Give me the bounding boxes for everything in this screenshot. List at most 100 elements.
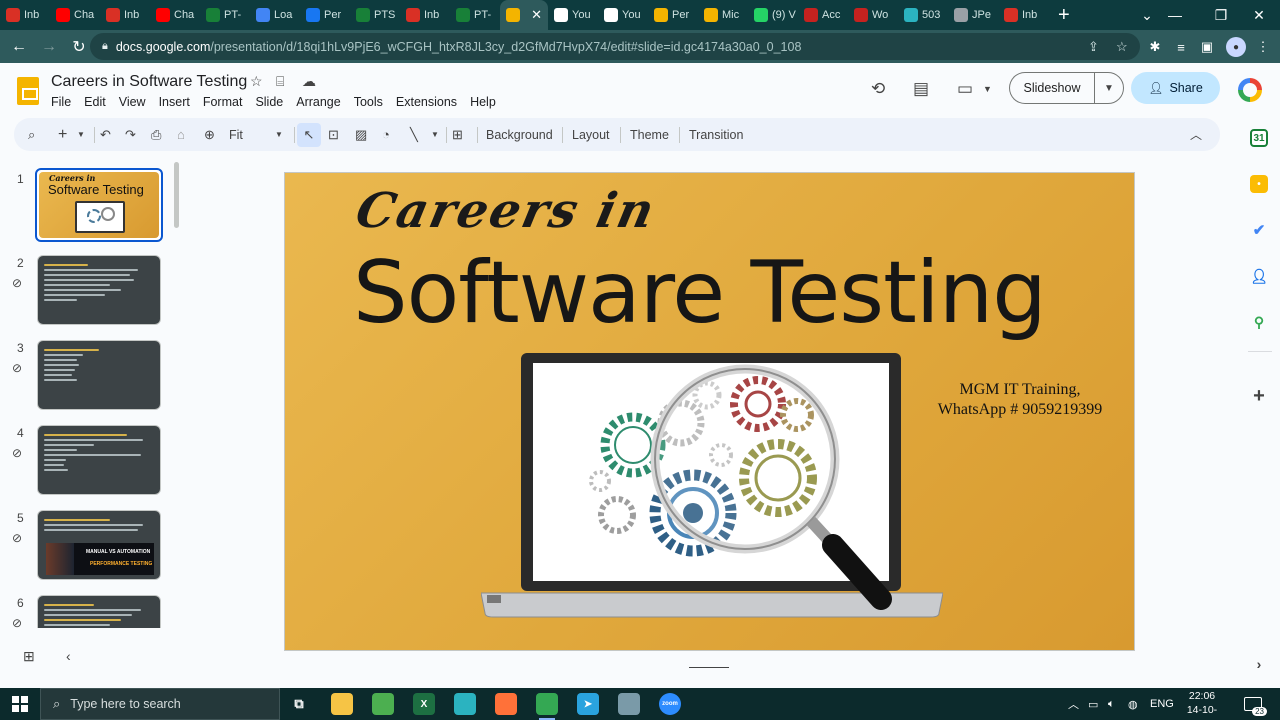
slideshow-dropdown-button[interactable]: ▼ (1094, 72, 1124, 104)
browser-tab[interactable]: (9) V (748, 0, 798, 30)
menu-tools[interactable]: Tools (354, 95, 383, 109)
menu-file[interactable]: File (51, 95, 71, 109)
edge-icon[interactable] (454, 693, 476, 715)
laptop-gears-illustration[interactable] (481, 349, 943, 619)
meet-dropdown-icon[interactable]: ▼ (983, 84, 992, 94)
back-button[interactable]: ← (6, 34, 32, 60)
comments-icon[interactable]: ▤ (913, 79, 929, 99)
menu-extensions[interactable]: Extensions (396, 95, 457, 109)
firefox-icon[interactable] (495, 693, 517, 715)
new-slide-dropdown-icon[interactable]: ▼ (77, 118, 85, 151)
contacts-icon[interactable]: 👤︎ (1250, 267, 1268, 285)
browser-tab[interactable]: Wo (848, 0, 898, 30)
add-comment-icon[interactable]: ⊞ (452, 118, 463, 151)
close-tab-icon[interactable]: ✕ (531, 7, 542, 23)
menu-help[interactable]: Help (470, 95, 496, 109)
menu-view[interactable]: View (119, 95, 146, 109)
current-slide[interactable]: Careers in Software Testing MGM IT Train… (284, 172, 1135, 651)
background-button[interactable]: Background (486, 118, 553, 151)
slide-brand-text[interactable]: MGM IT Training, WhatsApp # 9059219399 (925, 380, 1115, 420)
paint-format-icon[interactable]: ⌂ (177, 118, 185, 151)
slide-thumbnail-5[interactable]: MANUAL VS AUTOMATION PERFORMANCE TESTING (37, 510, 161, 580)
collapse-toolbar-chevron-icon[interactable]: ︿ (1190, 118, 1202, 151)
file-explorer-icon[interactable] (331, 693, 353, 715)
print-icon[interactable]: ⎙ (151, 118, 161, 151)
slide-heading[interactable]: Software Testing (353, 243, 1047, 343)
extensions-puzzle-icon[interactable]: ✱ (1146, 38, 1164, 56)
redo-icon[interactable]: ↷ (125, 118, 136, 151)
browser-tab[interactable]: Acc (798, 0, 848, 30)
zoom-dropdown-icon[interactable]: ▼ (275, 118, 283, 151)
get-addons-icon[interactable]: + (1250, 385, 1268, 407)
meet-camera-icon[interactable]: ▭ (957, 79, 973, 99)
menu-insert[interactable]: Insert (159, 95, 190, 109)
layout-button[interactable]: Layout (572, 118, 610, 151)
browser-tab[interactable]: You (598, 0, 648, 30)
select-cursor-icon[interactable]: ↖ (297, 123, 321, 147)
telegram-icon[interactable]: ➤ (577, 693, 599, 715)
slideshow-button[interactable]: Slideshow (1009, 72, 1094, 104)
photos-icon[interactable] (618, 693, 640, 715)
language-indicator[interactable]: ENG (1150, 688, 1174, 720)
star-icon[interactable]: ☆ (250, 73, 263, 90)
menu-slide[interactable]: Slide (255, 95, 283, 109)
browser-tab[interactable]: Per (300, 0, 350, 30)
speaker-notes-handle[interactable] (689, 667, 729, 668)
filmstrip-scrollbar[interactable] (174, 162, 179, 228)
browser-tab[interactable]: Cha (150, 0, 200, 30)
slide-thumbnail-4[interactable] (37, 425, 161, 495)
notification-center-icon[interactable]: 23 (1244, 688, 1267, 720)
slide-thumbnail-2[interactable] (37, 255, 161, 325)
zoom-select[interactable]: Fit (229, 118, 243, 151)
browser-tab[interactable]: Loa (250, 0, 300, 30)
slide-thumbnail-1[interactable]: Careers in Software Testing (35, 168, 163, 242)
volume-icon[interactable]: 🔈︎ (1108, 688, 1115, 720)
chrome-icon[interactable] (536, 693, 558, 720)
browser-tab[interactable]: Per (648, 0, 698, 30)
browser-tab[interactable]: Inb (0, 0, 50, 30)
slide-thumbnail-6[interactable] (37, 595, 161, 628)
menu-format[interactable]: Format (203, 95, 243, 109)
browser-tab[interactable]: PT- (200, 0, 250, 30)
shape-icon[interactable]: ◔ (382, 118, 390, 151)
share-page-icon[interactable]: ⇪ (1088, 33, 1099, 60)
forward-button[interactable]: → (36, 34, 62, 60)
zoom-icon[interactable]: zoom (659, 693, 681, 715)
text-box-icon[interactable]: ⊡ (328, 118, 339, 151)
version-history-icon[interactable]: ⟲ (871, 79, 885, 99)
show-hidden-icons-chevron[interactable]: ︿ (1068, 688, 1079, 720)
browser-tab[interactable]: Inb (998, 0, 1048, 30)
document-title[interactable]: Careers in Software Testing (51, 73, 247, 91)
excel-icon[interactable]: X (413, 693, 435, 715)
browser-tab[interactable]: Cha (50, 0, 100, 30)
task-view-icon[interactable]: ⧉ (288, 693, 310, 715)
browser-tab[interactable]: ✕ (500, 0, 548, 30)
transition-button[interactable]: Transition (689, 118, 743, 151)
line-icon[interactable]: ╲ (410, 118, 418, 151)
side-panel-icon[interactable]: ▣ (1198, 38, 1216, 56)
browser-tab[interactable]: 503 (898, 0, 948, 30)
browser-tab[interactable]: You (548, 0, 598, 30)
collapse-filmstrip-icon[interactable]: ‹ (66, 648, 71, 664)
media-controls-icon[interactable]: ≡ (1172, 38, 1190, 56)
search-menus-icon[interactable]: ⌕ (28, 118, 35, 151)
slide-thumbnail-3[interactable] (37, 340, 161, 410)
reload-button[interactable]: ↻ (66, 34, 92, 60)
browser-tab[interactable]: Inb (400, 0, 450, 30)
insert-image-icon[interactable]: ▨ (355, 118, 367, 151)
google-slides-logo[interactable] (17, 77, 39, 105)
show-side-panel-chevron-icon[interactable]: › (1250, 655, 1268, 673)
url-bar[interactable]: 🔒︎ docs.google.com/presentation/d/18qi1h… (90, 33, 1140, 60)
undo-icon[interactable]: ↶ (100, 118, 111, 151)
theme-button[interactable]: Theme (630, 118, 669, 151)
system-clock[interactable]: 22:06 14-10-2023 (1178, 689, 1226, 720)
menu-arrange[interactable]: Arrange (296, 95, 340, 109)
chrome-menu-icon[interactable]: ⋮ (1254, 38, 1272, 56)
maps-icon[interactable]: ⚲ (1250, 313, 1268, 331)
minimize-button[interactable]: — (1152, 0, 1198, 30)
cloud-saved-icon[interactable]: ☁ (302, 73, 316, 90)
notepad-icon[interactable] (372, 693, 394, 715)
browser-tab[interactable]: Mic (698, 0, 748, 30)
google-apps-logo[interactable] (1238, 78, 1262, 102)
browser-tab[interactable]: PT- (450, 0, 500, 30)
